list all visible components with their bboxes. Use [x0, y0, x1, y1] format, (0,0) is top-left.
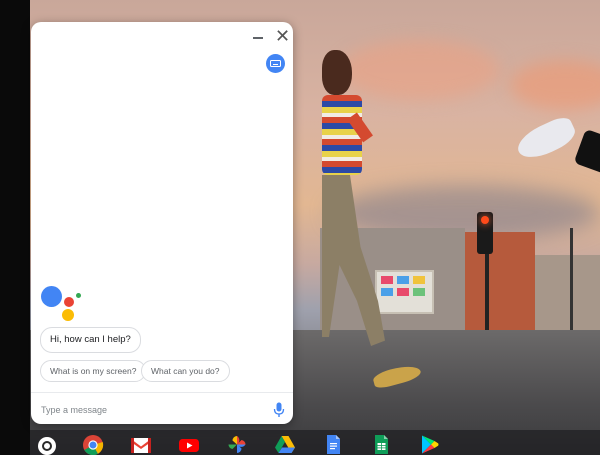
wallpaper-second-person-leg [573, 128, 600, 184]
play-store-icon[interactable] [418, 434, 440, 455]
wallpaper-cloud [510, 60, 600, 110]
blue-dot [41, 286, 62, 307]
chrome-icon[interactable] [82, 434, 104, 455]
keyboard-input-button[interactable] [266, 54, 285, 73]
red-dot [64, 297, 74, 307]
suggestion-chip-capabilities[interactable]: What can you do? [141, 360, 230, 382]
green-dot [76, 293, 81, 298]
wallpaper-traffic-light [477, 212, 493, 254]
launcher-icon[interactable] [38, 437, 56, 455]
shelf [30, 430, 600, 455]
message-input[interactable] [39, 400, 263, 420]
assistant-panel: ✕ Hi, how can I help? What is on my scre… [31, 22, 293, 424]
wallpaper-building [535, 255, 600, 330]
microphone-icon[interactable] [273, 402, 285, 418]
close-button[interactable]: ✕ [275, 27, 290, 45]
wallpaper-billboard [375, 270, 434, 314]
wallpaper-person-head [322, 50, 352, 95]
input-divider [31, 392, 293, 393]
assistant-greeting: Hi, how can I help? [40, 327, 141, 353]
left-edge-strip [0, 0, 30, 455]
wallpaper-person-torso [322, 95, 362, 175]
sheets-icon[interactable] [370, 434, 392, 455]
assistant-logo-icon [41, 286, 81, 326]
minimize-button[interactable] [251, 29, 265, 43]
wallpaper-building [465, 232, 535, 330]
yellow-dot [62, 309, 74, 321]
docs-icon[interactable] [322, 434, 344, 455]
gmail-icon[interactable] [130, 434, 152, 455]
suggestion-chip-screen[interactable]: What is on my screen? [40, 360, 147, 382]
wallpaper-streetlamp [570, 228, 573, 330]
photos-icon[interactable] [226, 434, 248, 455]
drive-icon[interactable] [274, 434, 296, 455]
wallpaper-sneaker [512, 113, 580, 165]
youtube-icon[interactable] [178, 434, 200, 455]
wallpaper-cloud [340, 40, 500, 100]
keyboard-icon [270, 60, 281, 67]
